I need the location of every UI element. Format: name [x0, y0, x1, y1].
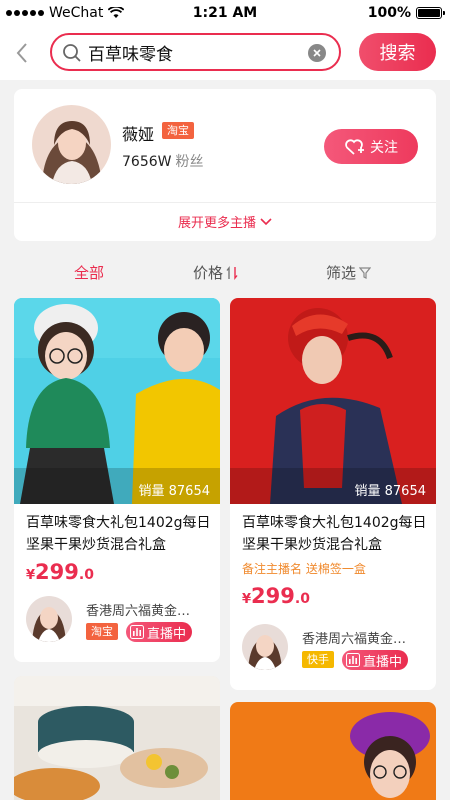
tab-filter-label: 筛选 [326, 264, 357, 282]
product-card[interactable] [230, 702, 436, 800]
platform-tag: 淘宝 [86, 623, 118, 640]
sort-arrows-icon [226, 265, 238, 280]
product-image[interactable] [230, 298, 436, 504]
shop-name: 香港周六福黄金… [86, 604, 191, 619]
search-header: 搜索 [0, 28, 450, 80]
search-box[interactable] [50, 33, 341, 71]
fans-count: 7656W 粉丝 [122, 151, 203, 171]
tab-filter[interactable]: 筛选 [326, 262, 372, 283]
fans-unit: 粉丝 [175, 154, 204, 170]
tab-all-label: 全部 [74, 264, 105, 282]
back-button[interactable] [10, 38, 34, 68]
product-title[interactable]: 百草味零食大礼包1402g每日坚果干果炒货混合礼盒 [26, 512, 216, 556]
product-image[interactable] [14, 298, 220, 504]
platform-tag: 快手 [302, 651, 334, 668]
search-button[interactable]: 搜索 [359, 33, 436, 71]
live-label: 直播中 [363, 654, 403, 670]
product-card[interactable]: 销量 87654 百草味零食大礼包1402g每日坚果干果炒货混合礼盒 ¥299.… [14, 298, 220, 662]
tab-price-label: 价格 [193, 264, 224, 282]
product-card[interactable] [14, 676, 220, 800]
anchor-name: 薇娅 [122, 125, 155, 144]
chevron-left-icon [16, 43, 27, 63]
product-card[interactable]: 销量 87654 百草味零食大礼包1402g每日坚果干果炒货混合礼盒 备注主播名… [230, 298, 436, 690]
close-icon [313, 49, 321, 57]
anchor-card[interactable]: 薇娅 淘宝 7656W 粉丝 关注 展开更多主播 [14, 89, 436, 241]
product-price: ¥299.0 [26, 560, 94, 584]
tab-price[interactable]: 价格 [193, 262, 238, 283]
anchor-avatar[interactable] [242, 624, 288, 670]
sales-count: 销量 87654 [354, 484, 427, 499]
anchor-row[interactable]: 香港周六福黄金… 淘宝 直播中 [26, 596, 216, 644]
search-icon [63, 44, 81, 62]
heart-plus-icon [345, 138, 364, 155]
sales-count: 销量 87654 [138, 484, 211, 499]
chevron-down-icon [260, 217, 272, 225]
price-integer: 299 [35, 560, 79, 584]
filter-icon [359, 266, 372, 279]
anchor-avatar[interactable] [26, 596, 72, 642]
price-integer: 299 [251, 584, 295, 608]
promo-text: 备注主播名 送棉签一盒 [242, 562, 366, 576]
tab-all[interactable]: 全部 [74, 262, 104, 283]
shop-name: 香港周六福黄金… [302, 632, 407, 647]
live-badge[interactable]: 直播中 [342, 650, 409, 670]
price-decimal: .0 [294, 591, 310, 607]
live-label: 直播中 [147, 626, 187, 642]
expand-label: 展开更多主播 [177, 216, 256, 231]
product-price: ¥299.0 [242, 584, 310, 608]
divider [14, 202, 436, 203]
anchor-avatar[interactable] [32, 105, 111, 184]
follow-button[interactable]: 关注 [324, 129, 418, 164]
live-bars-icon [346, 653, 360, 667]
price-currency: ¥ [242, 592, 252, 607]
live-badge[interactable]: 直播中 [126, 622, 193, 642]
search-input[interactable] [88, 41, 298, 63]
product-title[interactable]: 百草味零食大礼包1402g每日坚果干果炒货混合礼盒 [242, 512, 432, 556]
platform-tag: 淘宝 [162, 122, 194, 139]
product-image[interactable] [14, 676, 220, 800]
product-image[interactable] [230, 702, 436, 800]
price-currency: ¥ [26, 568, 36, 583]
fans-number: 7656W [122, 154, 172, 170]
battery-icon [416, 7, 445, 19]
live-bars-icon [130, 625, 144, 639]
status-bar: WeChat 1:21 AM 100% [0, 0, 450, 28]
expand-anchors-link[interactable]: 展开更多主播 [14, 212, 436, 231]
battery-percent: 100% [367, 5, 411, 21]
sort-bar: 全部 价格 筛选 [0, 254, 450, 290]
clear-search-button[interactable] [308, 44, 326, 62]
price-decimal: .0 [78, 567, 94, 583]
anchor-row[interactable]: 香港周六福黄金… 快手 直播中 [242, 624, 432, 672]
follow-label: 关注 [370, 139, 398, 156]
